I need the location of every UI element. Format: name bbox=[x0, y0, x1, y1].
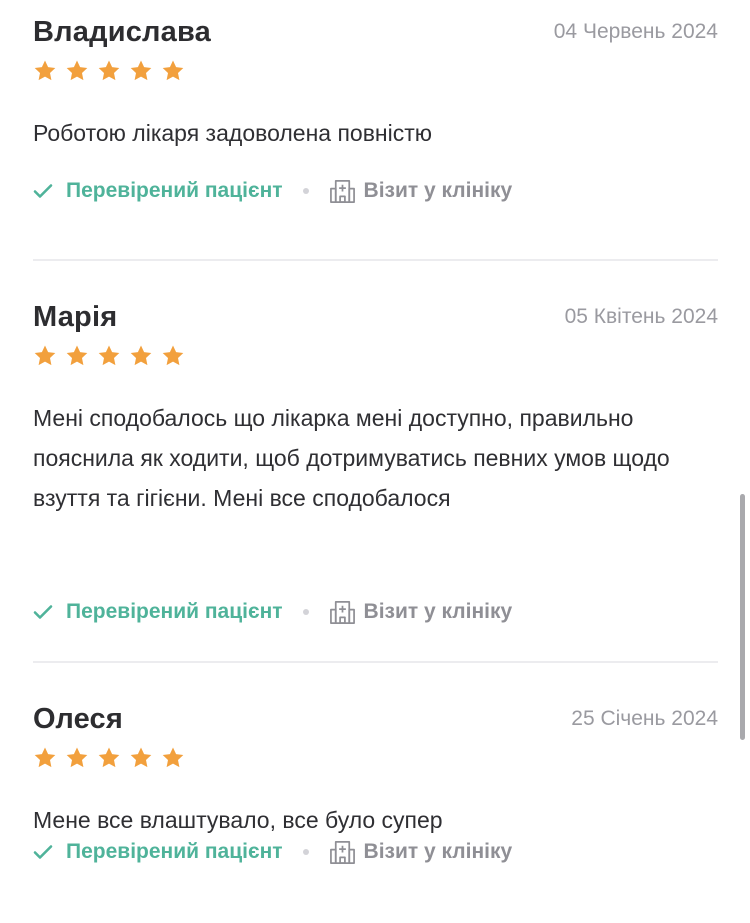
clinic-visit-label: Візит у клініку bbox=[363, 600, 513, 623]
verified-patient-label: Перевірений пацієнт bbox=[66, 840, 283, 863]
check-icon bbox=[33, 605, 53, 619]
review-header: Марія 05 Квітень 2024 bbox=[33, 300, 718, 338]
scrollbar-thumb[interactable] bbox=[740, 494, 745, 740]
star-icon bbox=[34, 747, 56, 768]
review-card: Марія 05 Квітень 2024 Мені сподобалось щ… bbox=[33, 261, 718, 663]
rating-stars bbox=[33, 746, 718, 772]
review-date: 05 Квітень 2024 bbox=[564, 305, 718, 328]
star-icon bbox=[130, 60, 152, 81]
review-header: Олеся 25 Січень 2024 bbox=[33, 702, 718, 740]
reviewer-name: Олеся bbox=[33, 703, 124, 735]
hospital-icon bbox=[329, 840, 355, 864]
review-meta: Перевірений пацієнт Візит у клініку bbox=[33, 597, 512, 627]
star-icon bbox=[130, 345, 152, 366]
reviews-list: Владислава 04 Червень 2024 Роботою лікар… bbox=[33, 0, 718, 923]
star-icon bbox=[98, 60, 120, 81]
review-card: Владислава 04 Червень 2024 Роботою лікар… bbox=[33, 0, 718, 261]
star-icon bbox=[34, 60, 56, 81]
star-icon bbox=[34, 345, 56, 366]
review-card: Олеся 25 Січень 2024 Мене все влаштувало… bbox=[33, 663, 718, 923]
star-icon bbox=[66, 60, 88, 81]
star-icon bbox=[98, 747, 120, 768]
separator-dot bbox=[302, 849, 309, 855]
star-icon bbox=[162, 60, 184, 81]
hospital-icon bbox=[329, 179, 355, 203]
separator-dot bbox=[302, 609, 309, 615]
check-icon bbox=[33, 184, 53, 198]
review-text: Роботою лікаря задоволена повністю bbox=[33, 120, 433, 146]
review-text: Мене все влаштувало, все було супер bbox=[33, 807, 443, 833]
verified-patient-label: Перевірений пацієнт bbox=[66, 600, 283, 623]
review-date: 25 Січень 2024 bbox=[571, 707, 718, 730]
reviewer-name: Владислава bbox=[33, 16, 211, 48]
clinic-visit-label: Візит у клініку bbox=[363, 840, 513, 863]
review-text: Мені сподобалось що лікарка мені доступн… bbox=[33, 405, 670, 511]
star-icon bbox=[98, 345, 120, 366]
star-icon bbox=[66, 345, 88, 366]
review-date: 04 Червень 2024 bbox=[553, 20, 718, 43]
rating-stars bbox=[33, 59, 718, 85]
rating-stars bbox=[33, 344, 718, 370]
star-icon bbox=[162, 747, 184, 768]
hospital-icon bbox=[329, 600, 355, 624]
check-icon bbox=[33, 845, 53, 859]
star-icon bbox=[66, 747, 88, 768]
review-meta: Перевірений пацієнт Візит у клініку bbox=[33, 837, 512, 867]
reviewer-name: Марія bbox=[33, 301, 118, 333]
review-header: Владислава 04 Червень 2024 bbox=[33, 15, 718, 53]
verified-patient-label: Перевірений пацієнт bbox=[66, 179, 283, 202]
review-meta: Перевірений пацієнт Візит у клініку bbox=[33, 176, 512, 206]
star-icon bbox=[162, 345, 184, 366]
separator-dot bbox=[302, 188, 309, 194]
star-icon bbox=[130, 747, 152, 768]
clinic-visit-label: Візит у клініку bbox=[363, 179, 513, 202]
